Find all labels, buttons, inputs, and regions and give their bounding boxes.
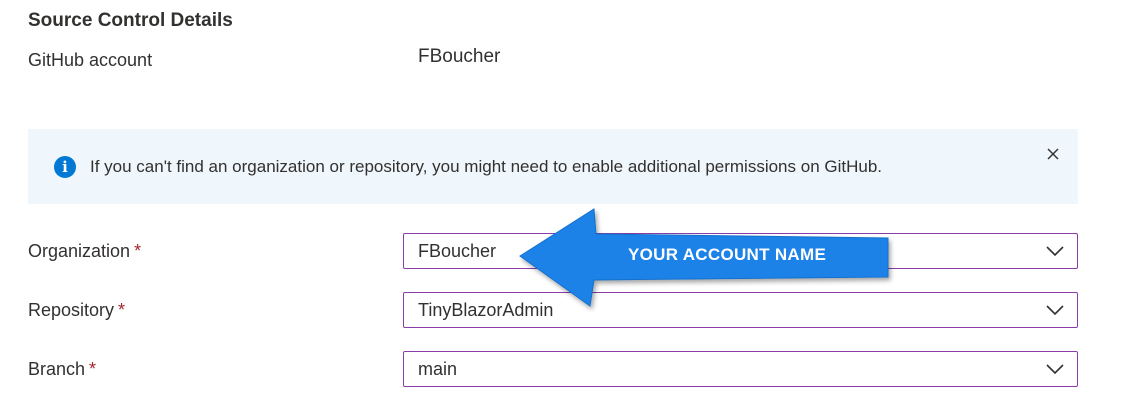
github-account-label: GitHub account [28,50,153,70]
organization-label-text: Organization [28,241,131,261]
info-message-bar: i If you can't find an organization or r… [28,129,1078,204]
repository-dropdown[interactable]: TinyBlazorAdmin [403,292,1078,328]
repository-label-text: Repository [28,300,115,320]
required-marker: * [89,359,97,379]
branch-label-text: Branch [28,359,86,379]
annotation-text: YOUR ACCOUNT NAME [628,245,827,264]
repository-dropdown-value: TinyBlazorAdmin [418,300,554,320]
required-marker: * [134,241,142,261]
organization-dropdown-value: FBoucher [418,241,497,261]
close-icon[interactable] [1046,147,1060,161]
section-title: Source Control Details [28,10,233,31]
organization-label: Organization * [28,241,141,262]
branch-dropdown-value: main [418,359,458,379]
repository-label: Repository * [28,300,125,321]
info-icon: i [54,156,76,178]
chevron-down-icon [1046,364,1064,375]
required-marker: * [118,300,126,320]
branch-dropdown[interactable]: main [403,351,1078,387]
github-account-value: FBoucher [418,46,501,67]
chevron-down-icon [1046,246,1064,257]
info-message-text: If you can't find an organization or rep… [90,157,883,176]
chevron-down-icon [1046,305,1064,316]
branch-label: Branch * [28,359,96,380]
